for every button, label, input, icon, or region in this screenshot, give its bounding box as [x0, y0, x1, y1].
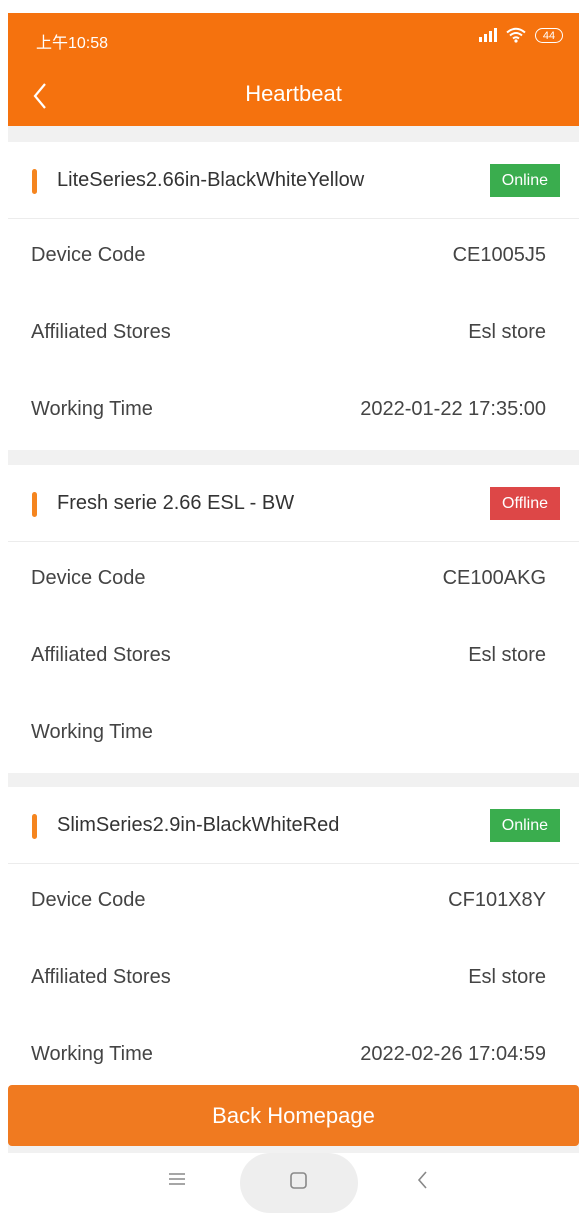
working-time-row: Working Time 2022-01-22 17:35:00: [8, 373, 579, 450]
accent-bar: [32, 492, 37, 517]
working-time-row: Working Time: [8, 696, 579, 773]
device-code-value: CF101X8Y: [448, 889, 546, 911]
status-badge: Offline: [490, 487, 560, 520]
status-icons: 44: [479, 27, 563, 43]
back-icon[interactable]: [413, 1169, 433, 1197]
screen: 上午10:58 44 Heartbeat LiteSeries2.66in-Bl…: [8, 13, 579, 1213]
affiliated-stores-row: Affiliated Stores Esl store: [8, 941, 579, 1018]
accent-bar: [32, 814, 37, 839]
device-code-label: Device Code: [31, 567, 146, 589]
working-time-label: Working Time: [31, 1043, 153, 1065]
device-card[interactable]: Fresh serie 2.66 ESL - BW Offline Device…: [8, 465, 579, 773]
menu-icon[interactable]: [167, 1169, 187, 1195]
device-code-value: CE1005J5: [452, 244, 546, 266]
device-name: LiteSeries2.66in-BlackWhiteYellow: [57, 169, 365, 191]
affiliated-stores-label: Affiliated Stores: [31, 644, 171, 666]
device-code-label: Device Code: [31, 244, 146, 266]
device-code-row: Device Code CE100AKG: [8, 542, 579, 619]
device-card-header: SlimSeries2.9in-BlackWhiteRed Online: [8, 787, 579, 864]
header: 上午10:58 44 Heartbeat: [8, 13, 579, 126]
affiliated-stores-label: Affiliated Stores: [31, 966, 171, 988]
working-time-label: Working Time: [31, 398, 153, 420]
device-name: SlimSeries2.9in-BlackWhiteRed: [57, 814, 340, 836]
device-card[interactable]: SlimSeries2.9in-BlackWhiteRed Online Dev…: [8, 787, 579, 1095]
working-time-value: 2022-02-26 17:04:59: [360, 1043, 546, 1065]
affiliated-stores-value: Esl store: [468, 966, 546, 988]
home-icon[interactable]: [289, 1171, 309, 1197]
device-code-row: Device Code CE1005J5: [8, 219, 579, 296]
back-homepage-button[interactable]: Back Homepage: [8, 1085, 579, 1146]
accent-bar: [32, 169, 37, 194]
device-card-header: LiteSeries2.66in-BlackWhiteYellow Online: [8, 142, 579, 219]
device-code-value: CE100AKG: [442, 567, 546, 589]
affiliated-stores-row: Affiliated Stores Esl store: [8, 296, 579, 373]
working-time-label: Working Time: [31, 721, 153, 743]
status-badge: Online: [489, 164, 560, 197]
status-badge: Online: [489, 809, 560, 842]
affiliated-stores-row: Affiliated Stores Esl store: [8, 619, 579, 696]
affiliated-stores-value: Esl store: [468, 321, 546, 343]
working-time-value: 2022-01-22 17:35:00: [360, 398, 546, 420]
device-card-header: Fresh serie 2.66 ESL - BW Offline: [8, 465, 579, 542]
battery-icon: 44: [535, 27, 563, 43]
affiliated-stores-value: Esl store: [468, 644, 546, 666]
signal-icon: [479, 28, 497, 42]
system-navbar: [8, 1153, 579, 1213]
device-code-row: Device Code CF101X8Y: [8, 864, 579, 941]
device-card[interactable]: LiteSeries2.66in-BlackWhiteYellow Online…: [8, 142, 579, 450]
wifi-icon: [506, 27, 526, 43]
page-title: Heartbeat: [245, 81, 342, 106]
affiliated-stores-label: Affiliated Stores: [31, 321, 171, 343]
status-time: 上午10:58: [36, 35, 109, 52]
device-code-label: Device Code: [31, 889, 146, 911]
device-name: Fresh serie 2.66 ESL - BW: [57, 492, 295, 514]
working-time-row: Working Time 2022-02-26 17:04:59: [8, 1018, 579, 1095]
